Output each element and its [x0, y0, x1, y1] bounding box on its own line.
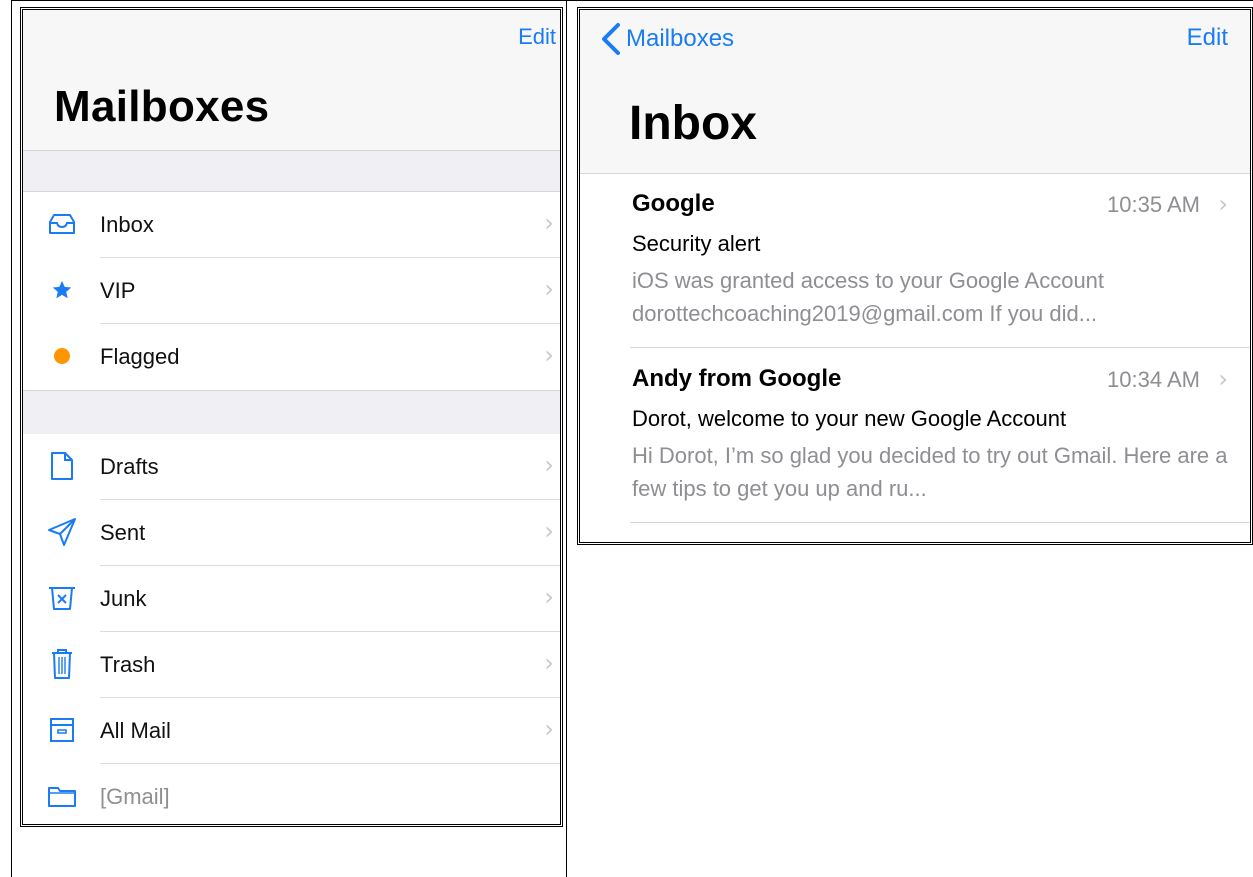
back-button[interactable]: Mailboxes [598, 22, 734, 56]
mailbox-label: All Mail [100, 718, 171, 743]
mailbox-row-trash[interactable]: Trash › [23, 632, 560, 698]
archive-box-icon [45, 713, 79, 747]
mailboxes-screenshot: Edit Mailboxes Inbox › VIP › Flagged › D… [20, 7, 563, 827]
chevron-right-icon: › [544, 451, 554, 479]
chevron-right-icon: › [544, 583, 554, 611]
chevron-right-icon: › [1218, 190, 1228, 218]
folder-icon [45, 779, 79, 813]
page-title: Inbox [629, 97, 757, 150]
inbox-nav-bar: Mailboxes Edit Inbox [580, 10, 1250, 174]
section-spacer [23, 390, 560, 435]
table-border-left [11, 0, 12, 877]
mailbox-row-vip[interactable]: VIP › [23, 258, 560, 324]
chevron-right-icon: › [544, 715, 554, 743]
paper-plane-icon [45, 515, 79, 549]
mailbox-label: VIP [100, 278, 136, 303]
message-time: 10:35 AM [1107, 192, 1200, 217]
message-subject: Dorot, welcome to your new Google Accoun… [632, 406, 1067, 431]
mailbox-row-gmail[interactable]: [Gmail] [23, 764, 560, 824]
row-divider [630, 347, 1250, 348]
mailbox-row-drafts[interactable]: Drafts › [23, 434, 560, 500]
table-border-middle [566, 0, 567, 877]
page-title: Mailboxes [54, 82, 270, 131]
edit-button[interactable]: Edit [518, 24, 556, 50]
junk-bin-icon [45, 581, 79, 615]
inbox-screenshot: Mailboxes Edit Inbox Google 10:35 AM › S… [577, 7, 1253, 545]
edit-button[interactable]: Edit [1187, 24, 1228, 52]
mailbox-row-sent[interactable]: Sent › [23, 500, 560, 566]
flag-dot-icon [45, 339, 79, 373]
chevron-right-icon: › [544, 649, 554, 677]
message-row[interactable]: Google 10:35 AM › Security alert iOS was… [580, 174, 1250, 348]
message-time: 10:34 AM [1107, 367, 1200, 392]
mailbox-label: Junk [100, 586, 147, 611]
row-divider [630, 522, 1250, 523]
mailbox-label: Trash [100, 652, 156, 677]
mailbox-label: Flagged [100, 344, 180, 369]
mailbox-label: Sent [100, 520, 146, 545]
chevron-right-icon: › [544, 517, 554, 545]
mailbox-row-junk[interactable]: Junk › [23, 566, 560, 632]
message-subject: Security alert [632, 231, 761, 256]
section-spacer [23, 151, 560, 192]
mailbox-row-flagged[interactable]: Flagged › [23, 324, 560, 390]
mailboxes-nav-bar: Edit Mailboxes [23, 10, 560, 151]
message-sender: Andy from Google [632, 365, 842, 392]
mailbox-row-inbox[interactable]: Inbox › [23, 192, 560, 258]
star-icon [45, 273, 79, 307]
message-preview: iOS was granted access to your Google Ac… [632, 268, 1105, 326]
mailbox-label: Drafts [100, 454, 159, 479]
inbox-icon [45, 207, 79, 241]
chevron-right-icon: › [1218, 365, 1228, 393]
chevron-right-icon: › [544, 209, 554, 237]
chevron-right-icon: › [544, 341, 554, 369]
message-row[interactable]: Andy from Google 10:34 AM › Dorot, welco… [580, 349, 1250, 523]
chevron-right-icon: › [544, 275, 554, 303]
message-preview: Hi Dorot, I’m so glad you decided to try… [632, 443, 1228, 501]
mailbox-label: [Gmail] [100, 784, 170, 809]
mailbox-row-all-mail[interactable]: All Mail › [23, 698, 560, 764]
mailbox-label: Inbox [100, 212, 154, 237]
table-border-top [11, 0, 1253, 1]
message-sender: Google [632, 190, 715, 217]
trash-icon [45, 647, 79, 681]
back-button-label: Mailboxes [626, 25, 735, 52]
chevron-left-icon [602, 23, 620, 55]
document-icon [45, 449, 79, 483]
